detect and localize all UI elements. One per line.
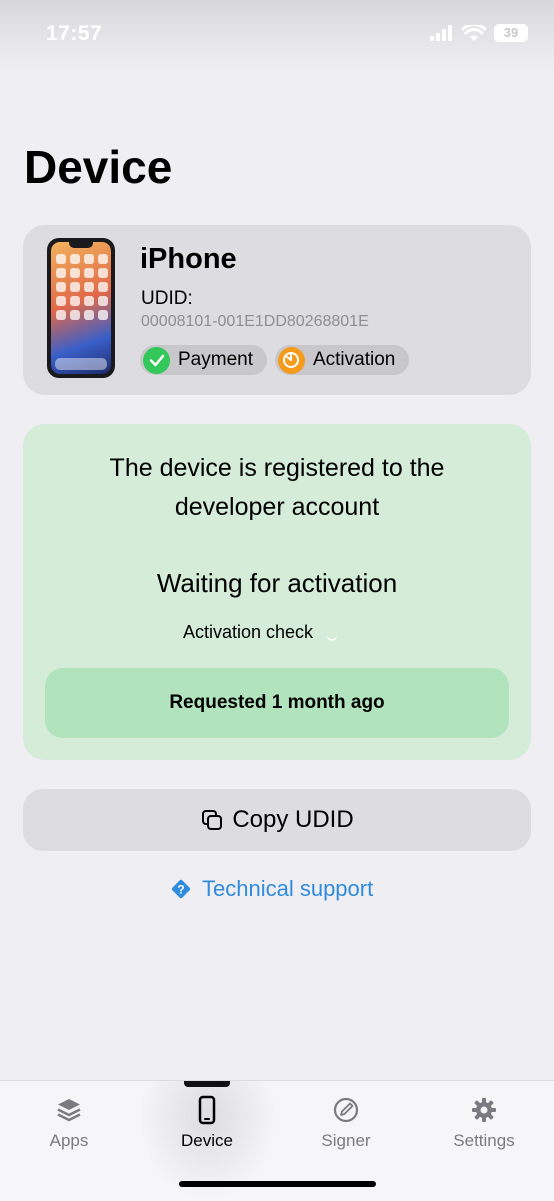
- question-diamond-icon: ?: [171, 879, 191, 899]
- payment-badge-label: Payment: [178, 349, 253, 370]
- tab-signer-label: Signer: [321, 1131, 371, 1150]
- iphone-image: [47, 238, 115, 378]
- page-title: Device: [24, 141, 173, 193]
- active-tab-indicator: [184, 1081, 230, 1087]
- gear-icon: [472, 1098, 496, 1122]
- technical-support-link[interactable]: ? Technical support: [170, 876, 373, 902]
- signal-icon: [430, 25, 452, 41]
- waiting-message: Waiting for activation: [156, 568, 398, 598]
- checkmark-icon: [143, 346, 170, 374]
- copy-udid-button[interactable]: Copy UDID: [23, 789, 531, 851]
- signer-icon: [333, 1097, 359, 1123]
- tab-settings-label: Settings: [453, 1131, 515, 1150]
- layers-icon: [57, 1099, 81, 1122]
- registered-message: The device is registered to the develope…: [109, 454, 445, 521]
- tab-apps[interactable]: Apps: [0, 1095, 138, 1151]
- tab-device[interactable]: Device: [138, 1095, 276, 1151]
- battery-indicator: 39: [494, 24, 528, 42]
- tab-settings[interactable]: Settings: [415, 1095, 553, 1151]
- timer-icon: [277, 346, 305, 374]
- udid-label: UDID:: [141, 288, 193, 309]
- status-icons: 39: [430, 24, 528, 42]
- activation-badge-label: Activation: [312, 349, 396, 370]
- home-indicator: [179, 1181, 376, 1187]
- svg-text:?: ?: [177, 883, 184, 897]
- device-card: iPhone UDID: 00008101-001E1DD80268801E P…: [23, 225, 531, 395]
- device-name: iPhone: [140, 243, 237, 275]
- registration-status-card: The device is registered to the develope…: [23, 424, 531, 760]
- status-bar: 17:57 39: [0, 0, 554, 70]
- status-time: 17:57: [46, 22, 103, 45]
- activation-check-label: Activation check: [183, 622, 314, 642]
- requested-info: Requested 1 month ago: [45, 668, 509, 738]
- tab-apps-label: Apps: [49, 1131, 89, 1150]
- wifi-icon: [462, 24, 486, 41]
- requested-label: Requested 1 month ago: [169, 692, 385, 713]
- activation-badge: Activation: [274, 345, 410, 375]
- payment-badge: Payment: [140, 345, 267, 375]
- copy-icon: [202, 810, 223, 830]
- technical-support-label: Technical support: [202, 876, 374, 901]
- activation-check-row: Activation check: [183, 622, 338, 643]
- tab-signer[interactable]: Signer: [277, 1095, 415, 1151]
- status-badges: Payment Activation: [140, 345, 410, 375]
- udid-value: 00008101-001E1DD80268801E: [141, 313, 369, 330]
- phone-icon: [198, 1095, 216, 1125]
- tab-device-label: Device: [181, 1131, 233, 1150]
- copy-udid-label: Copy UDID: [232, 806, 354, 833]
- loading-spinner-icon: [327, 629, 338, 641]
